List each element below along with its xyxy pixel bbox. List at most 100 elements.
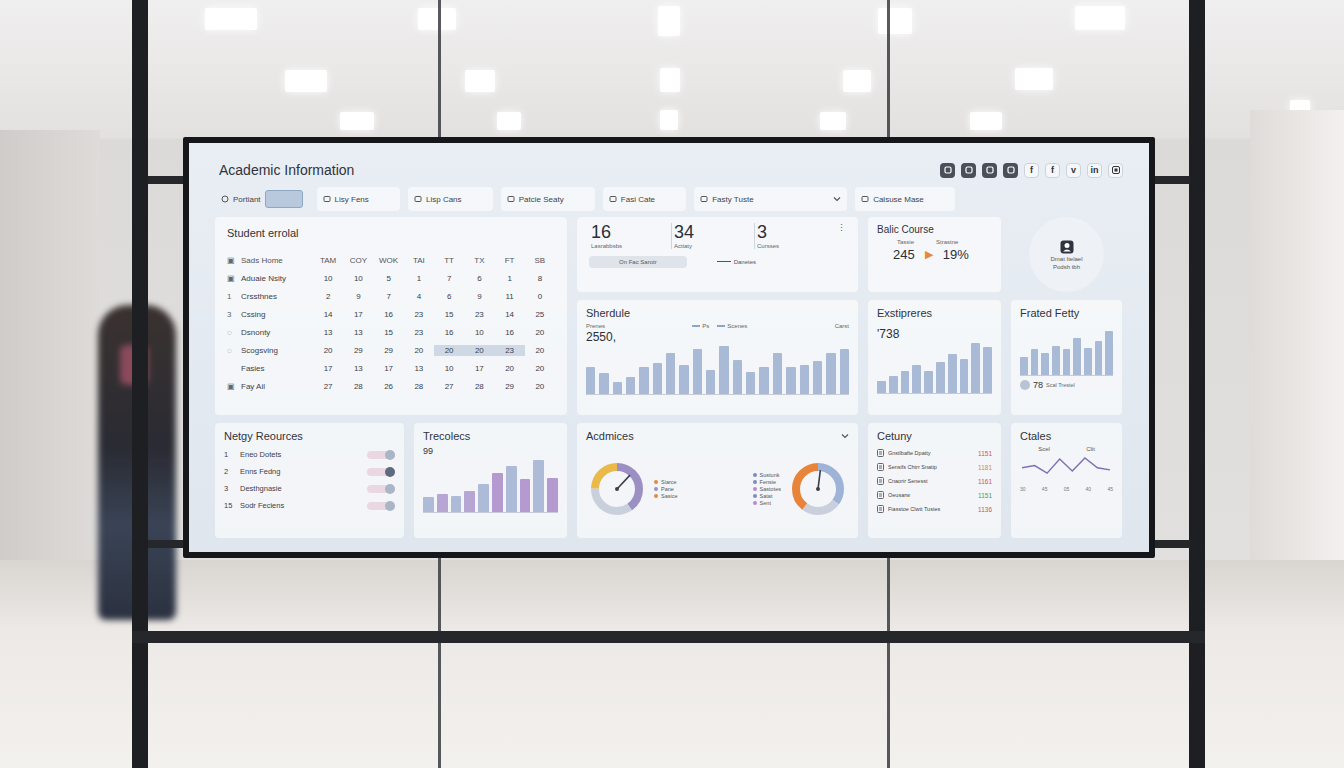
filter-icon <box>414 195 422 203</box>
bar <box>423 497 434 512</box>
table-cell: 20 <box>525 345 555 356</box>
enrollment-panel: Student errolal▣Sads HomeTAMCOYWOKTAITTT… <box>215 217 567 415</box>
toggle-switch[interactable] <box>367 502 395 510</box>
column-header: TX <box>464 255 494 266</box>
list-row[interactable]: Sensifs Chtrr Snatip1181 <box>877 460 992 474</box>
filter-label: Portiant <box>233 195 261 204</box>
ceiling-light <box>205 8 257 30</box>
filter-label: Fasi Cate <box>621 195 655 204</box>
row-label: Cssing <box>241 310 313 319</box>
bar <box>547 478 558 512</box>
list-row[interactable]: Oeusarw1151 <box>877 488 992 502</box>
gauge-segment <box>595 467 639 511</box>
row-label: Oeusarw <box>888 492 974 498</box>
display-board: Academic Informationffvin Portiant Lisy Fe… <box>183 137 1155 558</box>
table-cell: 20 <box>404 345 434 356</box>
tool-button[interactable] <box>1003 163 1018 178</box>
social-button[interactable]: f <box>1045 163 1060 178</box>
gauge-row: SiarcePaneSasiceSustunkFensieSastotesSat… <box>586 446 849 531</box>
toggle-switch[interactable] <box>367 485 395 493</box>
table-cell: 1 <box>404 273 434 284</box>
table-cell: 27 <box>313 381 343 392</box>
table-row[interactable]: ▣Aduaie Nsity1010517618 <box>227 269 555 287</box>
filter-item[interactable]: Fasi Cate <box>603 187 686 211</box>
gauge-legend: SustunkFensieSastotesSatatSent <box>753 472 781 506</box>
table-row[interactable]: ◌Scogsving2029292020202320 <box>227 341 555 359</box>
tool-button[interactable] <box>961 163 976 178</box>
table-cell: 20 <box>525 327 555 338</box>
share-button[interactable] <box>1108 163 1123 178</box>
filter-icon <box>323 195 331 203</box>
course-percent: 19% <box>943 247 969 262</box>
tool-button[interactable] <box>982 163 997 178</box>
social-button[interactable]: v <box>1066 163 1081 178</box>
table-cell: 29 <box>495 381 525 392</box>
chart-value: 99 <box>423 446 558 456</box>
resource-number: 15 <box>224 501 234 510</box>
panel-title: Cetuny <box>877 430 992 442</box>
stat-label: Lasrabbsbs <box>591 243 671 249</box>
filter-item[interactable]: Lisy Fens <box>317 187 400 211</box>
table-header: ▣Sads HomeTAMCOYWOKTAITTTXFTSB <box>227 251 555 269</box>
filter-item[interactable]: Lisp Cans <box>408 187 493 211</box>
resource-row: 2Enns Fedng <box>224 463 395 480</box>
row-label: Scogsving <box>241 346 313 355</box>
toggle-knob <box>385 484 395 494</box>
legend-item: Ps <box>692 323 709 329</box>
table-cell: 9 <box>343 291 373 302</box>
row-mark: 3 <box>227 310 241 319</box>
resource-label: Enns Fedng <box>240 467 361 476</box>
filter-item[interactable]: Fasty Tuste <box>694 187 847 211</box>
bar <box>840 349 849 394</box>
table-row[interactable]: ◌Dsnonty1313152316101620 <box>227 323 555 341</box>
header: Academic Informationffvin <box>215 159 1123 181</box>
table-row[interactable]: 3Cssing1417162315231425 <box>227 305 555 323</box>
table-row[interactable]: Fasies1713171310172020 <box>227 359 555 377</box>
ceiling-light <box>843 70 871 92</box>
gauge-segment <box>796 467 840 511</box>
more-button[interactable]: ⋮ <box>837 223 846 233</box>
table-cell: 10 <box>464 327 494 338</box>
table-cell: 7 <box>434 273 464 284</box>
bar <box>826 353 835 394</box>
filter-item[interactable]: Patcie Seaty <box>501 187 595 211</box>
panel-title: Balic Course <box>877 224 992 235</box>
table-cell: 2 <box>313 291 343 302</box>
stats-panel: 16Lasrabbsbs34Actiaty3Cursses⋮On Fac Sar… <box>577 217 858 292</box>
bar <box>679 365 688 394</box>
table-cell: 20 <box>464 345 494 356</box>
filter-bar: Portiant Lisy Fens Lisp Cans Patcie Seaty Fa… <box>215 187 1123 211</box>
ceiling-light <box>285 70 327 92</box>
stat-value: 16 <box>591 223 671 243</box>
ceiling-light <box>340 112 374 130</box>
toggle-switch[interactable] <box>367 468 395 476</box>
stat-label: Actiaty <box>674 243 754 249</box>
list-row[interactable]: Cnaorir Senesst1161 <box>877 474 992 488</box>
row-mark: ▣ <box>227 274 241 283</box>
tool-icon <box>965 166 973 174</box>
table-cell: 28 <box>464 381 494 392</box>
panel-header: Acdmices <box>586 430 849 442</box>
tool-button[interactable] <box>940 163 955 178</box>
bar <box>666 353 675 394</box>
table-row[interactable]: ▣Fay Ail2728262827282920 <box>227 377 555 395</box>
legend-swatch <box>717 325 725 327</box>
filter-item[interactable]: Calsuse Mase <box>855 187 955 211</box>
chevron-icon[interactable] <box>841 433 849 439</box>
resource-label: Sodr Feciens <box>240 501 361 510</box>
social-button[interactable]: in <box>1087 163 1102 178</box>
table-row[interactable]: 1Crssthnes297469110 <box>227 287 555 305</box>
row-label: Aduaie Nsity <box>241 274 313 283</box>
toolbar: ffvin <box>940 163 1123 178</box>
list-row[interactable]: Gnstlbafte Dpatty1151 <box>877 446 992 460</box>
toggle-switch[interactable] <box>367 451 395 459</box>
profile-badge[interactable]: Dmat ItelaelPodsh tbh <box>1029 217 1104 292</box>
social-button[interactable]: f <box>1024 163 1039 178</box>
table-cell: 13 <box>343 363 373 374</box>
table-cell: 15 <box>434 309 464 320</box>
table-cell: 29 <box>374 345 404 356</box>
table-cell: 17 <box>313 363 343 374</box>
filter-item[interactable]: Portiant <box>215 187 309 211</box>
stats-pill[interactable]: On Fac Sarotr <box>589 256 687 268</box>
list-row[interactable]: Fiasstoe Clwtt Tustes1136 <box>877 502 992 516</box>
